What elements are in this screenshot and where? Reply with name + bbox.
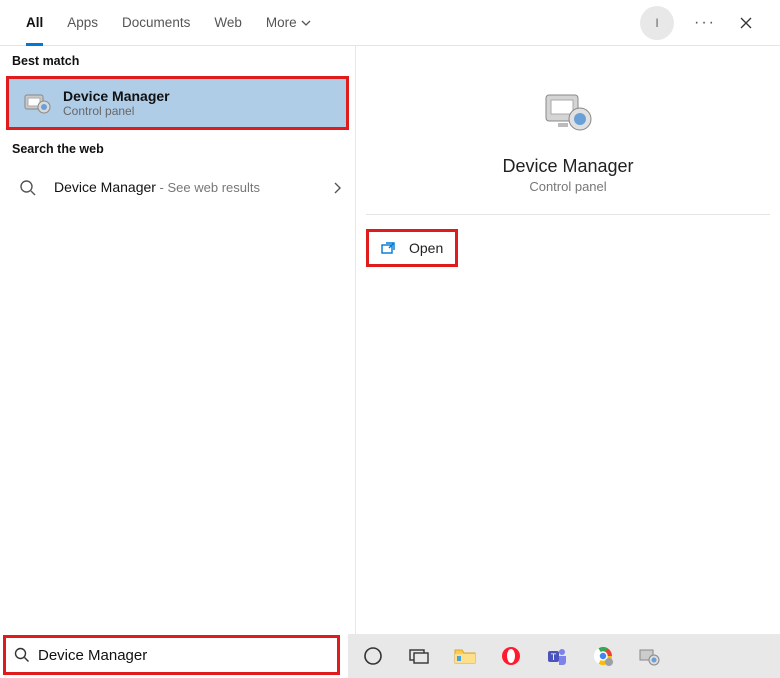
file-explorer-icon[interactable]: [446, 637, 484, 675]
web-result-suffix: - See web results: [156, 180, 260, 195]
tab-all[interactable]: All: [14, 0, 55, 46]
chevron-right-icon: [333, 182, 341, 194]
search-filter-tabs: All Apps Documents Web More I ···: [0, 0, 780, 46]
svg-text:T: T: [551, 652, 557, 662]
tab-more[interactable]: More: [254, 0, 323, 46]
results-panel: Best match Device Manager Control panel …: [0, 46, 355, 678]
task-view-icon[interactable]: [400, 637, 438, 675]
search-icon: [12, 172, 44, 204]
result-subtitle: Control panel: [63, 104, 170, 118]
device-manager-large-icon: [538, 80, 598, 140]
close-icon: [739, 16, 753, 30]
detail-panel: Device Manager Control panel Open: [355, 46, 780, 678]
close-button[interactable]: [726, 3, 766, 43]
open-action[interactable]: Open: [366, 229, 458, 267]
opera-icon[interactable]: [492, 637, 530, 675]
detail-title: Device Manager: [376, 156, 760, 177]
taskbar: T: [348, 634, 780, 678]
result-title: Device Manager: [63, 88, 170, 104]
result-web-device-manager[interactable]: Device Manager - See web results: [0, 162, 355, 214]
best-match-label: Best match: [0, 46, 355, 74]
chevron-down-icon: [301, 20, 311, 26]
search-input-container[interactable]: [3, 635, 340, 675]
user-avatar[interactable]: I: [640, 6, 674, 40]
result-device-manager[interactable]: Device Manager Control panel: [6, 76, 349, 130]
more-options-button[interactable]: ···: [684, 8, 726, 38]
web-result-title: Device Manager: [54, 179, 156, 195]
open-icon: [381, 241, 397, 255]
open-label: Open: [409, 240, 443, 256]
search-input[interactable]: [38, 647, 329, 664]
device-manager-taskbar-icon[interactable]: [630, 637, 668, 675]
search-web-label: Search the web: [0, 134, 355, 162]
tab-web[interactable]: Web: [202, 0, 254, 46]
teams-icon[interactable]: T: [538, 637, 576, 675]
search-icon: [14, 647, 30, 663]
cortana-icon[interactable]: [354, 637, 392, 675]
tab-apps[interactable]: Apps: [55, 0, 110, 46]
device-manager-icon: [21, 87, 53, 119]
chrome-icon[interactable]: [584, 637, 622, 675]
detail-subtitle: Control panel: [376, 179, 760, 194]
detail-card: Device Manager Control panel: [366, 56, 770, 215]
tab-documents[interactable]: Documents: [110, 0, 202, 46]
